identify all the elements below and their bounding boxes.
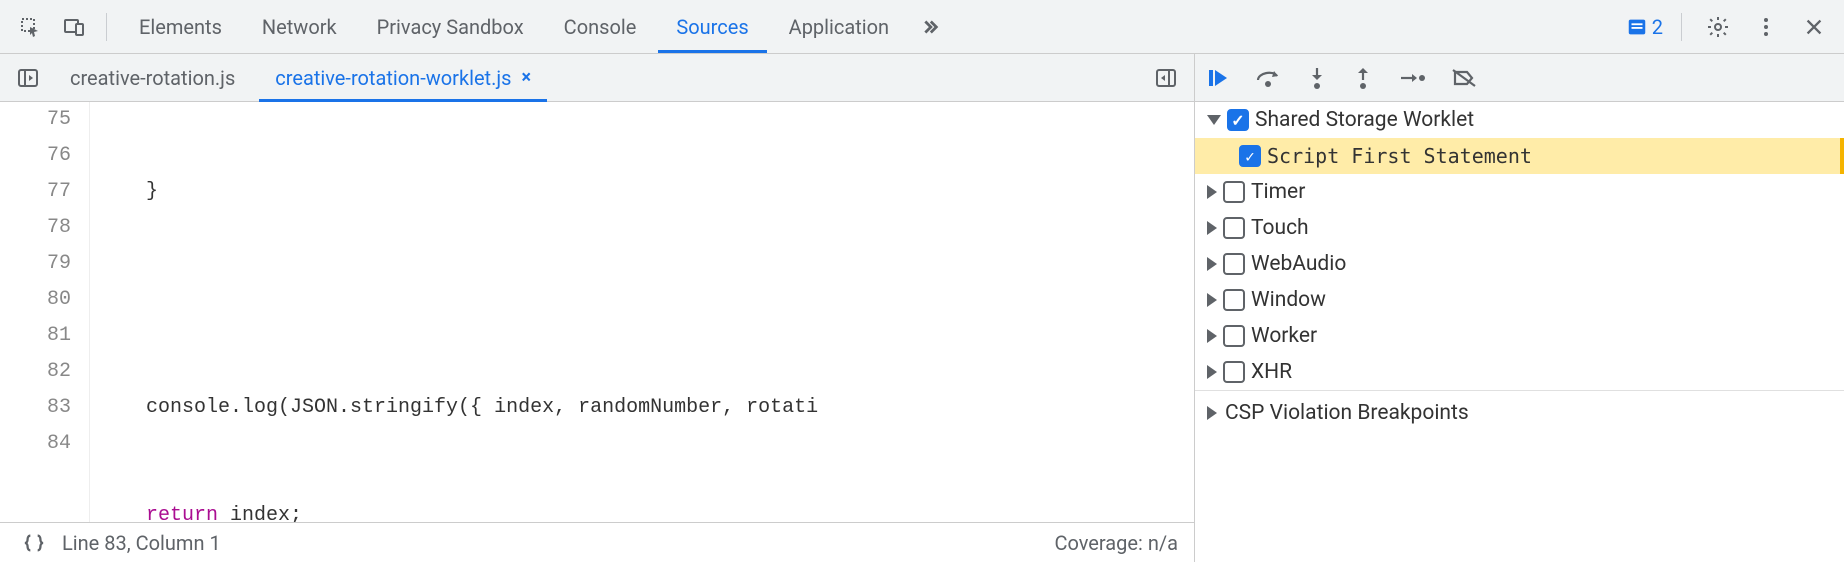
file-tab-label: creative-rotation-worklet.js xyxy=(275,66,511,90)
breakpoint-list: Shared Storage Worklet Script First Stat… xyxy=(1195,102,1844,562)
chevron-right-icon[interactable] xyxy=(1207,406,1217,420)
chevron-right-icon[interactable] xyxy=(1207,293,1217,307)
bp-group-label: Shared Storage Worklet xyxy=(1255,108,1474,132)
toolbar-right: 2 xyxy=(1626,9,1832,45)
code-line: console.log(JSON.stringify({ index, rand… xyxy=(98,390,1194,426)
debugger-toggle-icon[interactable] xyxy=(1148,60,1184,96)
bp-group-xhr[interactable]: XHR xyxy=(1195,354,1844,390)
file-tab-creative-rotation[interactable]: creative-rotation.js xyxy=(54,54,251,101)
checkbox[interactable] xyxy=(1223,217,1245,239)
coverage-label: Coverage: n/a xyxy=(1054,531,1178,555)
inspect-icon[interactable] xyxy=(12,9,48,45)
issues-count: 2 xyxy=(1652,15,1663,39)
tab-network[interactable]: Network xyxy=(244,0,355,53)
deactivate-breakpoints-icon[interactable] xyxy=(1451,67,1477,89)
checkbox[interactable] xyxy=(1223,325,1245,347)
navigator-toggle-icon[interactable] xyxy=(10,60,46,96)
format-icon[interactable] xyxy=(16,525,52,561)
tab-sources[interactable]: Sources xyxy=(658,0,766,53)
bp-group-touch[interactable]: Touch xyxy=(1195,210,1844,246)
code-editor[interactable]: 75 76 77 78 79 80 81 82 83 84 } console.… xyxy=(0,102,1194,522)
debugger-toolbar xyxy=(1195,54,1844,102)
bp-item-script-first-statement[interactable]: Script First Statement xyxy=(1195,138,1844,174)
more-tabs-icon[interactable] xyxy=(911,9,947,45)
bp-group-label: XHR xyxy=(1251,360,1292,384)
bp-group-label: Worker xyxy=(1251,324,1317,348)
issues-badge[interactable]: 2 xyxy=(1626,15,1663,39)
chevron-right-icon[interactable] xyxy=(1207,365,1217,379)
bp-group-label: Touch xyxy=(1251,216,1309,240)
bp-group-worker[interactable]: Worker xyxy=(1195,318,1844,354)
sources-panel: creative-rotation.js creative-rotation-w… xyxy=(0,54,1194,562)
tab-privacy-sandbox[interactable]: Privacy Sandbox xyxy=(359,0,542,53)
tab-elements[interactable]: Elements xyxy=(121,0,240,53)
bp-group-webaudio[interactable]: WebAudio xyxy=(1195,246,1844,282)
bp-item-label: Script First Statement xyxy=(1267,144,1532,168)
step-out-icon[interactable] xyxy=(1353,66,1373,90)
debugger-panel: Shared Storage Worklet Script First Stat… xyxy=(1194,54,1844,562)
file-tab-label: creative-rotation.js xyxy=(70,66,235,90)
tab-console[interactable]: Console xyxy=(546,0,655,53)
step-over-icon[interactable] xyxy=(1255,68,1281,88)
content-area: creative-rotation.js creative-rotation-w… xyxy=(0,54,1844,562)
close-icon[interactable] xyxy=(1796,9,1832,45)
bp-group-window[interactable]: Window xyxy=(1195,282,1844,318)
code-line: return index; xyxy=(98,498,1194,522)
divider xyxy=(1681,13,1682,41)
step-icon[interactable] xyxy=(1399,68,1425,88)
chevron-right-icon[interactable] xyxy=(1207,185,1217,199)
settings-icon[interactable] xyxy=(1700,9,1736,45)
checkbox[interactable] xyxy=(1223,181,1245,203)
checkbox[interactable] xyxy=(1227,109,1249,131)
file-tab-creative-rotation-worklet[interactable]: creative-rotation-worklet.js × xyxy=(259,54,547,101)
kebab-menu-icon[interactable] xyxy=(1748,9,1784,45)
bp-group-shared-storage[interactable]: Shared Storage Worklet xyxy=(1195,102,1844,138)
devtools-toolbar: Elements Network Privacy Sandbox Console… xyxy=(0,0,1844,54)
section-csp-violation[interactable]: CSP Violation Breakpoints xyxy=(1195,390,1844,435)
resume-icon[interactable] xyxy=(1205,66,1229,90)
status-bar: Line 83, Column 1 Coverage: n/a xyxy=(0,522,1194,562)
file-tabs: creative-rotation.js creative-rotation-w… xyxy=(0,54,1194,102)
bp-group-label: Window xyxy=(1251,288,1326,312)
close-tab-icon[interactable]: × xyxy=(521,67,531,88)
line-numbers: 75 76 77 78 79 80 81 82 83 84 xyxy=(0,102,90,522)
checkbox[interactable] xyxy=(1223,361,1245,383)
checkbox[interactable] xyxy=(1223,253,1245,275)
divider xyxy=(106,13,107,41)
checkbox[interactable] xyxy=(1239,145,1261,167)
bp-group-label: Timer xyxy=(1251,180,1305,204)
chevron-right-icon[interactable] xyxy=(1207,329,1217,343)
chevron-right-icon[interactable] xyxy=(1207,221,1217,235)
bp-group-timer[interactable]: Timer xyxy=(1195,174,1844,210)
tab-application[interactable]: Application xyxy=(771,0,907,53)
chevron-down-icon[interactable] xyxy=(1207,115,1221,125)
chevron-right-icon[interactable] xyxy=(1207,257,1217,271)
panel-tabs: Elements Network Privacy Sandbox Console… xyxy=(121,0,947,53)
code-content: } console.log(JSON.stringify({ index, ra… xyxy=(90,102,1194,522)
bp-group-label: WebAudio xyxy=(1251,252,1346,276)
checkbox[interactable] xyxy=(1223,289,1245,311)
code-line xyxy=(98,282,1194,318)
section-label: CSP Violation Breakpoints xyxy=(1225,401,1469,425)
device-toggle-icon[interactable] xyxy=(56,9,92,45)
step-into-icon[interactable] xyxy=(1307,66,1327,90)
code-line: } xyxy=(98,174,1194,210)
cursor-position: Line 83, Column 1 xyxy=(62,531,221,555)
